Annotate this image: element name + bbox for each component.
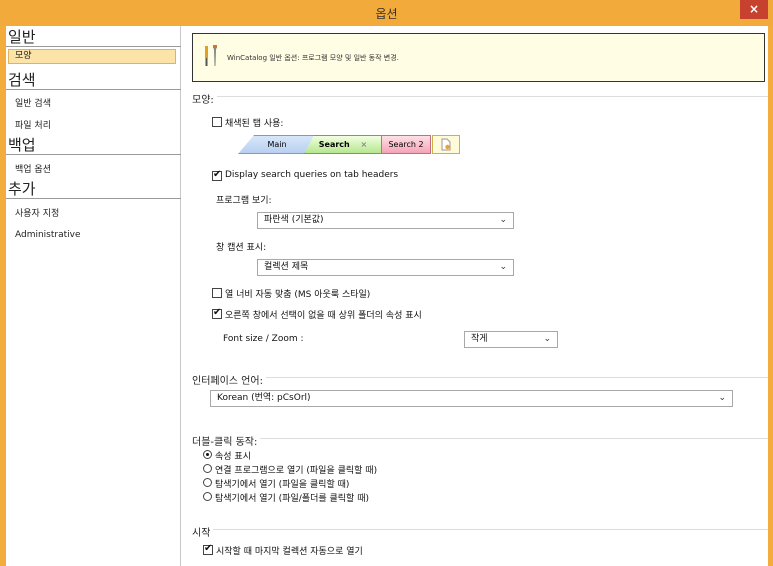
info-box: WinCatalog 일반 옵션: 프로그램 모양 및 일반 동작 변경. [192, 33, 765, 82]
double-click-radio-properties[interactable] [203, 450, 212, 459]
sidebar-item-administrative[interactable]: Administrative [15, 230, 81, 240]
sidebar-heading-search: 검색 [8, 71, 36, 89]
sidebar-item-file-handling[interactable]: 파일 처리 [15, 118, 51, 131]
program-view-select[interactable]: 파란색 (기본값) ⌄ [257, 212, 514, 229]
language-group: 인터페이스 언어: Korean (번역: pCsOrl) ⌄ [192, 372, 768, 427]
sidebar-divider [6, 198, 181, 199]
sidebar-item-backup-options[interactable]: 백업 옵션 [15, 162, 51, 175]
preview-tab-search: Search × [304, 135, 382, 154]
open-last-collection-label: 시작할 때 마지막 컬렉션 자동으로 열기 [216, 547, 363, 557]
title-bar[interactable]: 옵션 × [0, 0, 773, 26]
preview-tab-main: Main [238, 135, 316, 154]
show-parent-props-checkbox[interactable] [212, 307, 222, 319]
appearance-legend: 모양: [192, 91, 217, 106]
sidebar-heading-backup: 백업 [8, 136, 36, 154]
auto-column-width-checkbox[interactable] [212, 288, 222, 298]
language-select[interactable]: Korean (번역: pCsOrl) ⌄ [210, 390, 733, 407]
display-queries-label: Display search queries on tab headers [225, 170, 399, 180]
sidebar-divider [6, 89, 181, 90]
language-value: Korean (번역: pCsOrl) [217, 393, 311, 403]
colored-tabs-label: 채색된 탭 사용: [225, 119, 284, 129]
double-click-legend: 더블-클릭 동작: [192, 433, 261, 448]
window-caption-label: 창 캡션 표시: [216, 243, 267, 253]
tools-icon [205, 45, 217, 66]
double-click-radio-explorer-file[interactable] [203, 478, 212, 487]
window-caption-value: 컬렉션 제목 [264, 262, 309, 272]
sidebar-divider [6, 46, 181, 47]
options-window: 옵션 × 일반 모양 검색 일반 검색 파일 처리 백업 백업 옵션 추가 사용… [0, 0, 773, 566]
double-click-label-open-with: 연결 프로그램으로 열기 (파일을 클릭할 때) [215, 466, 378, 476]
close-button[interactable]: × [740, 0, 768, 19]
client-area: 일반 모양 검색 일반 검색 파일 처리 백업 백업 옵션 추가 사용자 지정 … [6, 26, 768, 566]
sidebar-heading-general: 일반 [8, 28, 36, 46]
auto-column-width-label: 열 너비 자동 맞춤 (MS 아웃룩 스타일) [225, 290, 371, 300]
sidebar-item-general-search[interactable]: 일반 검색 [15, 96, 51, 109]
tabs-preview: Main Search × Search 2 [238, 135, 460, 155]
close-icon: × [360, 140, 368, 149]
options-main-panel: WinCatalog 일반 옵션: 프로그램 모양 및 일반 동작 변경. 모양… [182, 26, 768, 566]
language-legend: 인터페이스 언어: [192, 372, 266, 387]
program-view-value: 파란색 (기본값) [264, 215, 324, 225]
chevron-down-icon: ⌄ [543, 334, 551, 344]
double-click-label-properties: 속성 표시 [215, 452, 251, 462]
double-click-radio-explorer-folder[interactable] [203, 492, 212, 501]
new-tab-icon [432, 135, 460, 154]
font-size-label: Font size / Zoom : [223, 334, 304, 344]
preview-tab-search2: Search 2 [381, 135, 431, 154]
display-queries-checkbox[interactable] [212, 169, 222, 181]
colored-tabs-checkbox[interactable] [212, 117, 222, 127]
preview-tab-search-label: Search [318, 140, 350, 149]
open-last-collection-checkbox[interactable] [203, 543, 213, 555]
sidebar-item-appearance[interactable]: 모양 [8, 49, 176, 64]
sidebar-heading-extra: 추가 [8, 180, 36, 198]
appearance-group: 모양: 채색된 탭 사용: Main Search × Search 2 Dis… [192, 91, 768, 376]
double-click-radio-open-with[interactable] [203, 464, 212, 473]
chevron-down-icon: ⌄ [499, 215, 507, 225]
window-caption-select[interactable]: 컬렉션 제목 ⌄ [257, 259, 514, 276]
program-view-label: 프로그램 보기: [216, 196, 272, 206]
info-text: WinCatalog 일반 옵션: 프로그램 모양 및 일반 동작 변경. [227, 54, 399, 62]
double-click-label-explorer-folder: 탐색기에서 열기 (파일/폴더를 클릭할 때) [215, 494, 369, 504]
startup-group: 시작 시작할 때 마지막 컬렉션 자동으로 열기 [192, 524, 768, 566]
show-parent-props-label: 오른쪽 창에서 선택이 없을 때 상위 폴더의 속성 표시 [225, 311, 422, 321]
chevron-down-icon: ⌄ [499, 262, 507, 272]
sidebar-item-customize[interactable]: 사용자 지정 [15, 206, 59, 219]
chevron-down-icon: ⌄ [718, 393, 726, 403]
font-size-value: 작게 [471, 334, 488, 344]
double-click-label-explorer-file: 탐색기에서 열기 (파일을 클릭할 때) [215, 480, 350, 490]
options-sidebar: 일반 모양 검색 일반 검색 파일 처리 백업 백업 옵션 추가 사용자 지정 … [6, 26, 181, 566]
startup-legend: 시작 [192, 524, 214, 539]
sidebar-divider [6, 154, 181, 155]
window-title: 옵션 [375, 7, 398, 21]
font-size-select[interactable]: 작게 ⌄ [464, 331, 558, 348]
double-click-group: 더블-클릭 동작: 속성 표시 연결 프로그램으로 열기 (파일을 클릭할 때)… [192, 433, 768, 518]
